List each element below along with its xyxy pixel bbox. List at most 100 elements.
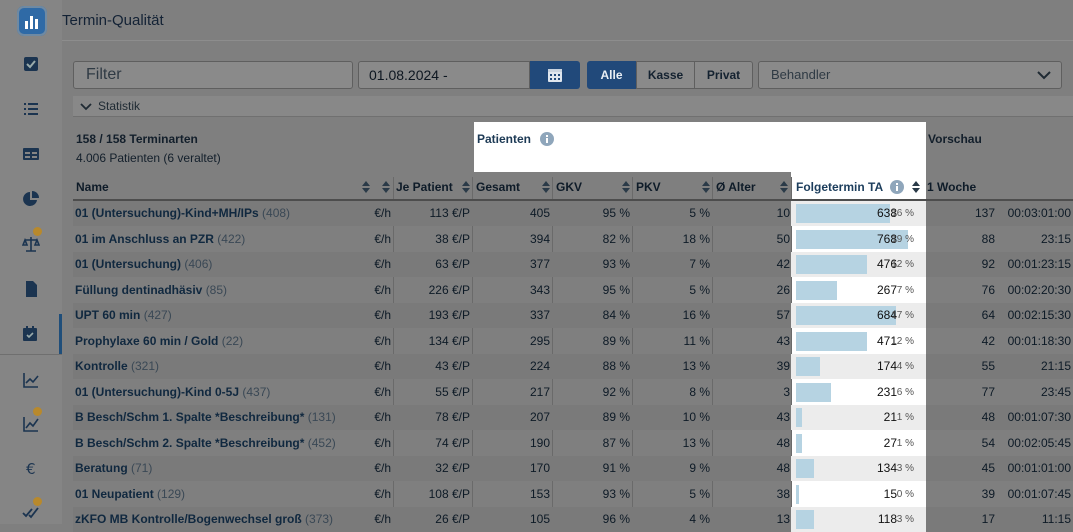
row-gkv: 96 %	[602, 512, 630, 526]
row-1-woche-time: 23:45	[1040, 385, 1071, 399]
row-name[interactable]: 01 (Untersuchung)-Kind 0-5J (437)	[75, 380, 270, 405]
row-gesamt: 224	[529, 359, 550, 373]
folgetermin-value: 27	[883, 436, 897, 450]
folgetermin-cell: 476 12 %	[791, 252, 926, 277]
row-name[interactable]: B Besch/Schm 2. Spalte *Beschreibung* (4…	[75, 431, 336, 456]
row-alter: 57	[776, 308, 790, 322]
info-icon[interactable]	[540, 132, 555, 146]
folgetermin-value: 471	[876, 334, 897, 348]
row-1-woche: 48	[981, 410, 995, 424]
double-check-icon[interactable]	[0, 492, 62, 532]
folgetermin-value: 118	[877, 512, 897, 526]
row-je-patient: 32 €/P	[435, 461, 470, 475]
row-1-woche: 45	[981, 461, 995, 475]
folgetermin-bar	[796, 510, 814, 529]
euro-icon[interactable]: €	[0, 449, 62, 489]
col-header-pkv[interactable]: PKV	[636, 177, 661, 200]
patienten-group-highlight	[474, 122, 926, 172]
row-name[interactable]: UPT 60 min (427)	[75, 303, 172, 328]
sort-icon[interactable]	[912, 181, 920, 193]
row-gesamt: 394	[529, 232, 550, 246]
sort-icon[interactable]	[542, 181, 550, 193]
statistik-toggle[interactable]: Statistik	[73, 96, 1073, 117]
folgetermin-cell: 21 1 %	[791, 405, 926, 430]
document-icon[interactable]	[0, 269, 62, 309]
segment-privat[interactable]: Privat	[694, 61, 753, 89]
col-header-gesamt[interactable]: Gesamt	[476, 177, 520, 200]
row-gesamt: 217	[529, 385, 550, 399]
folgetermin-cell: 638 16 %	[791, 201, 926, 226]
behandler-select[interactable]: Behandler	[758, 61, 1062, 89]
folgetermin-bar	[796, 357, 820, 376]
row-pkv: 18 %	[682, 232, 710, 246]
col-header-name[interactable]: Name	[76, 177, 109, 200]
row-name[interactable]: 01 Neupatient (129)	[75, 482, 185, 507]
row-name[interactable]: 01 (Untersuchung) (406)	[75, 252, 212, 277]
row-rate-unit: €/h	[374, 359, 391, 373]
folgetermin-value: 684	[876, 308, 897, 322]
row-name[interactable]: zKFO MB Kontrolle/Bogenwechsel groß (373…	[75, 507, 333, 532]
app-logo-icon[interactable]	[17, 6, 47, 36]
row-name[interactable]: B Besch/Schm 1. Spalte *Beschreibung* (1…	[75, 405, 336, 430]
row-alter: 48	[776, 461, 790, 475]
sort-icon[interactable]	[382, 181, 390, 193]
calendar-button[interactable]	[530, 61, 580, 89]
sort-icon[interactable]	[780, 181, 788, 193]
row-name[interactable]: 01 (Untersuchung)-Kind+MH/IPs (408)	[75, 201, 290, 226]
folgetermin-cell: 27 1 %	[791, 431, 926, 456]
col-header-je-patient[interactable]: Je Patient	[396, 177, 453, 200]
row-name[interactable]: Beratung (71)	[75, 456, 152, 481]
row-je-patient: 55 €/P	[435, 385, 470, 399]
row-pkv: 5 %	[689, 487, 710, 501]
info-icon[interactable]	[890, 180, 905, 194]
row-name[interactable]: Kontrolle (321)	[75, 354, 159, 379]
trend-chart-icon[interactable]	[0, 404, 62, 444]
row-gkv: 93 %	[602, 257, 630, 271]
folgetermin-percent: 0 %	[896, 489, 914, 500]
row-gkv: 89 %	[602, 334, 630, 348]
table-icon[interactable]	[0, 134, 62, 174]
col-header-1-woche[interactable]: 1 Woche	[927, 177, 976, 200]
col-header-alter[interactable]: Ø Alter	[716, 177, 756, 200]
segment-kasse[interactable]: Kasse	[636, 61, 695, 89]
calendar-check-icon[interactable]	[0, 314, 62, 354]
row-name[interactable]: Prophylaxe 60 min / Gold (22)	[75, 329, 243, 354]
sort-icon[interactable]	[622, 181, 630, 193]
list-icon[interactable]	[0, 89, 62, 129]
segment-alle[interactable]: Alle	[587, 61, 636, 89]
line-chart-icon[interactable]	[0, 360, 62, 400]
row-je-patient: 74 €/P	[435, 436, 470, 450]
row-name[interactable]: 01 im Anschluss an PZR (422)	[75, 227, 245, 252]
row-1-woche-time: 00:02:15:30	[1007, 308, 1071, 322]
date-range-input[interactable]: 01.08.2024 - 31.08.2024	[358, 61, 530, 109]
pie-chart-icon[interactable]	[0, 179, 62, 219]
vorschau-group-label: Vorschau	[928, 132, 982, 146]
col-header-folgetermin[interactable]: Folgetermin TA	[796, 177, 905, 200]
row-je-patient: 226 €/P	[428, 283, 470, 297]
row-alter: 48	[776, 436, 790, 450]
folgetermin-value: 231	[876, 385, 897, 399]
row-je-patient: 38 €/P	[435, 232, 470, 246]
page-title: Termin-Qualität	[62, 12, 164, 29]
folgetermin-cell: 267 7 %	[791, 278, 926, 303]
folgetermin-value: 638	[876, 206, 897, 220]
row-1-woche: 42	[981, 334, 995, 348]
sort-icon[interactable]	[362, 181, 370, 193]
col-header-gkv[interactable]: GKV	[556, 177, 582, 200]
checkbox-icon[interactable]	[0, 44, 62, 84]
filter-input[interactable]: Filter	[73, 61, 353, 89]
row-gesamt: 343	[529, 283, 550, 297]
row-alter: 38	[776, 487, 790, 501]
row-name[interactable]: Füllung dentinadhäsiv (85)	[75, 278, 227, 303]
row-1-woche-time: 11:15	[1041, 512, 1071, 526]
row-pkv: 10 %	[682, 410, 710, 424]
folgetermin-bar	[796, 408, 802, 427]
row-alter: 39	[776, 359, 790, 373]
row-gkv: 89 %	[602, 410, 630, 424]
scale-icon[interactable]	[0, 224, 62, 264]
folgetermin-value: 174	[876, 359, 897, 373]
row-1-woche-time: 00:02:20:30	[1007, 283, 1071, 297]
chevron-down-icon	[80, 103, 92, 111]
sort-icon[interactable]	[702, 181, 710, 193]
sort-icon[interactable]	[462, 181, 470, 193]
